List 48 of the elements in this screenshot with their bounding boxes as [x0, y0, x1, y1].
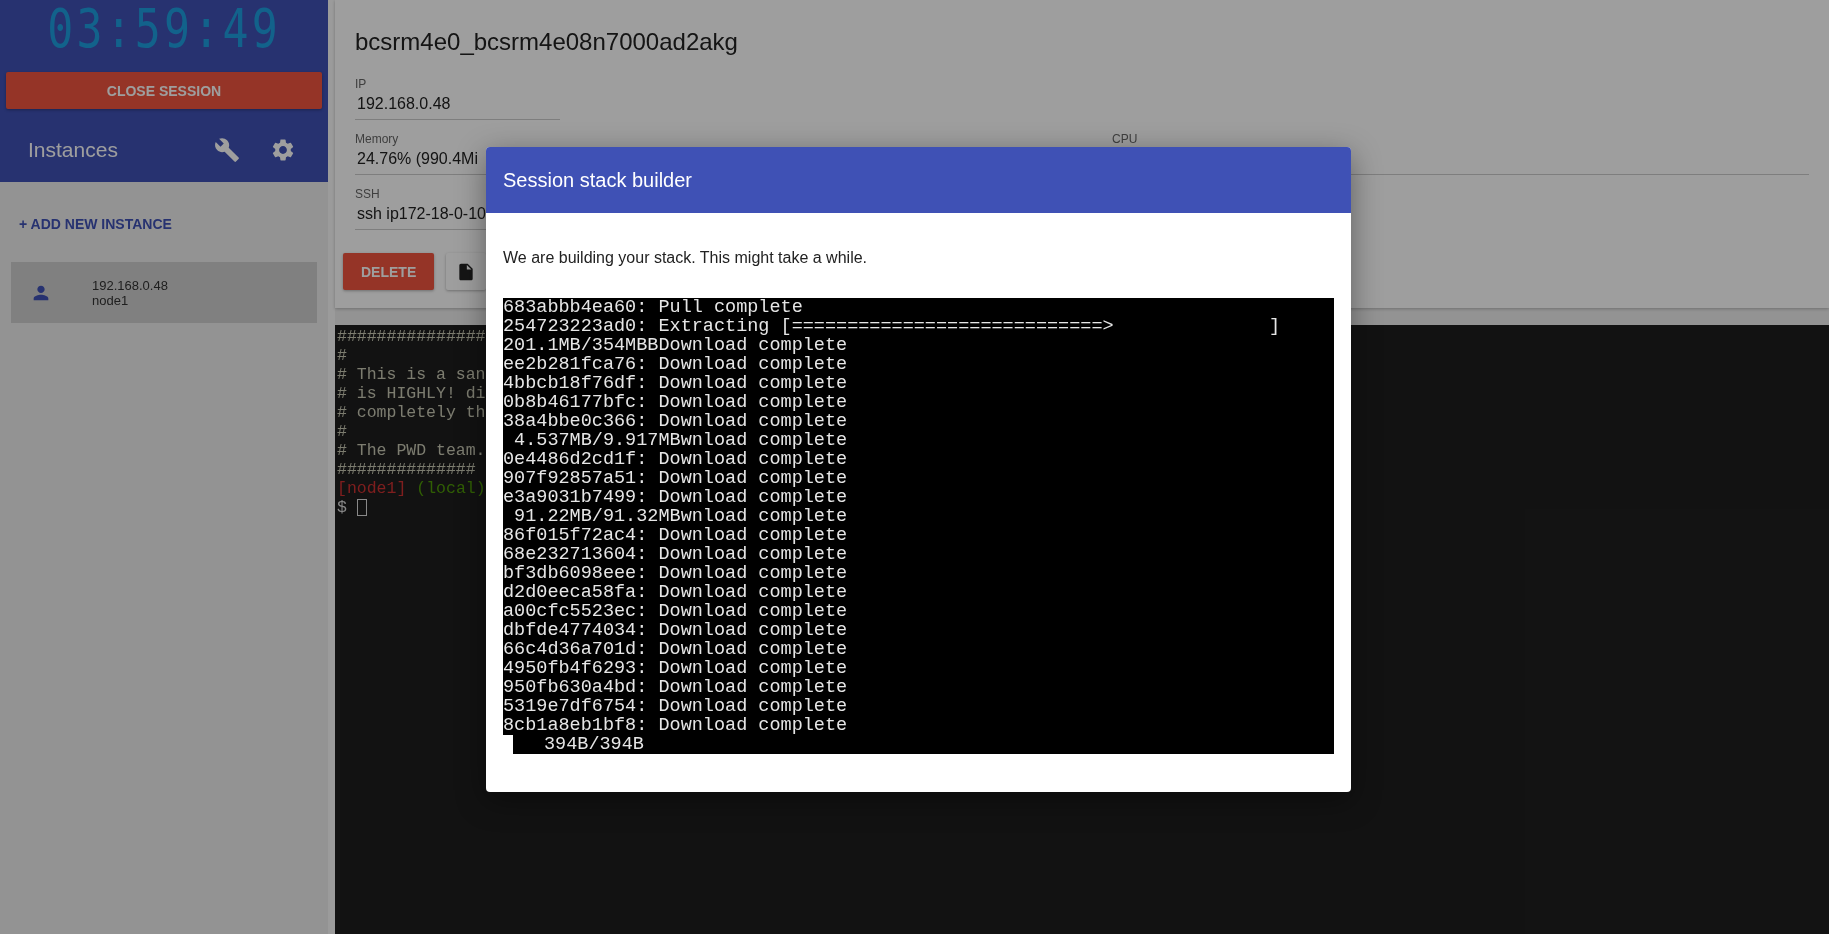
log-line: 38a4bbe0c366: Download complete — [503, 412, 849, 431]
log-line: a00cfc5523ec: Download complete — [503, 602, 849, 621]
log-line: 66c4d36a701d: Download complete — [503, 640, 849, 659]
terminal-line: # — [337, 422, 347, 441]
prompt-host: [node1] — [337, 479, 407, 498]
log-line: 201.1MB/354MBBDownload complete — [503, 336, 849, 355]
log-line: 5319e7df6754: Download complete — [503, 697, 849, 716]
terminal-line: # completely th — [337, 403, 486, 422]
modal-title: Session stack builder — [503, 168, 692, 192]
instance-title: bcsrm4e0_bcsrm4e08n7000ad2akg — [355, 28, 739, 56]
modal-message: We are building your stack. This might take a while. — [503, 249, 869, 267]
log-line: d2d0eeca58fa: Download complete — [503, 583, 849, 602]
log-line: 0b8b46177bfc: Download complete — [503, 393, 849, 412]
log-line: dbfde4774034: Download complete — [503, 621, 849, 640]
terminal-line: # This is a san — [337, 365, 486, 384]
log-line: ee2b281fca76: Download complete — [503, 355, 849, 374]
log-line: 0e4486d2cd1f: Download complete — [503, 450, 849, 469]
log-line: 8cb1a8eb1bf8: Download complete — [503, 716, 849, 735]
field-label: CPU — [1112, 132, 1139, 146]
log-line: 4bbcb18f76df: Download complete — [503, 374, 849, 393]
field-label: Memory — [355, 132, 400, 146]
field-value: 24.76% (990.4Mi — [356, 150, 479, 168]
terminal-line: ############### — [337, 327, 486, 346]
field-value: 192.168.0.48 — [356, 95, 452, 113]
log-line: 254723223ad0: Extracting [============================> ] — [503, 317, 1282, 336]
terminal-line: # — [337, 346, 347, 365]
log-line: e3a9031b7499: Download complete — [503, 488, 849, 507]
log-line: 86f015f72ac4: Download complete — [503, 526, 849, 545]
log-line: 394B/394B — [544, 735, 644, 754]
terminal-line: # is HIGHLY! di — [337, 384, 486, 403]
prompt-symbol: $ — [337, 498, 347, 517]
log-line: 4.537MB/9.917MBwnload complete — [513, 431, 849, 450]
log-line: bf3db6098eee: Download complete — [503, 564, 849, 583]
log-line: 91.22MB/91.32MBwnload complete — [513, 507, 849, 526]
log-line: 4950fb4f6293: Download complete — [503, 659, 849, 678]
field-value: ssh ip172-18-0-10 — [356, 205, 487, 223]
field-label: IP — [355, 77, 368, 91]
log-line: 950fb630a4bd: Download complete — [503, 678, 849, 697]
instances-heading: Instances — [28, 138, 119, 162]
log-line: 68e232713604: Download complete — [503, 545, 849, 564]
terminal-line: # The PWD team. — [337, 441, 486, 460]
terminal-line: ############## — [337, 460, 476, 479]
log-line: 683abbb4ea60: Pull complete — [503, 298, 804, 317]
log-line: 907f92857a51: Download complete — [503, 469, 849, 488]
field-label: SSH — [355, 187, 381, 201]
prompt-location: (local) — [416, 479, 486, 498]
instance-name: node1 — [92, 292, 130, 308]
instance-ip: 192.168.0.48 — [92, 277, 168, 293]
